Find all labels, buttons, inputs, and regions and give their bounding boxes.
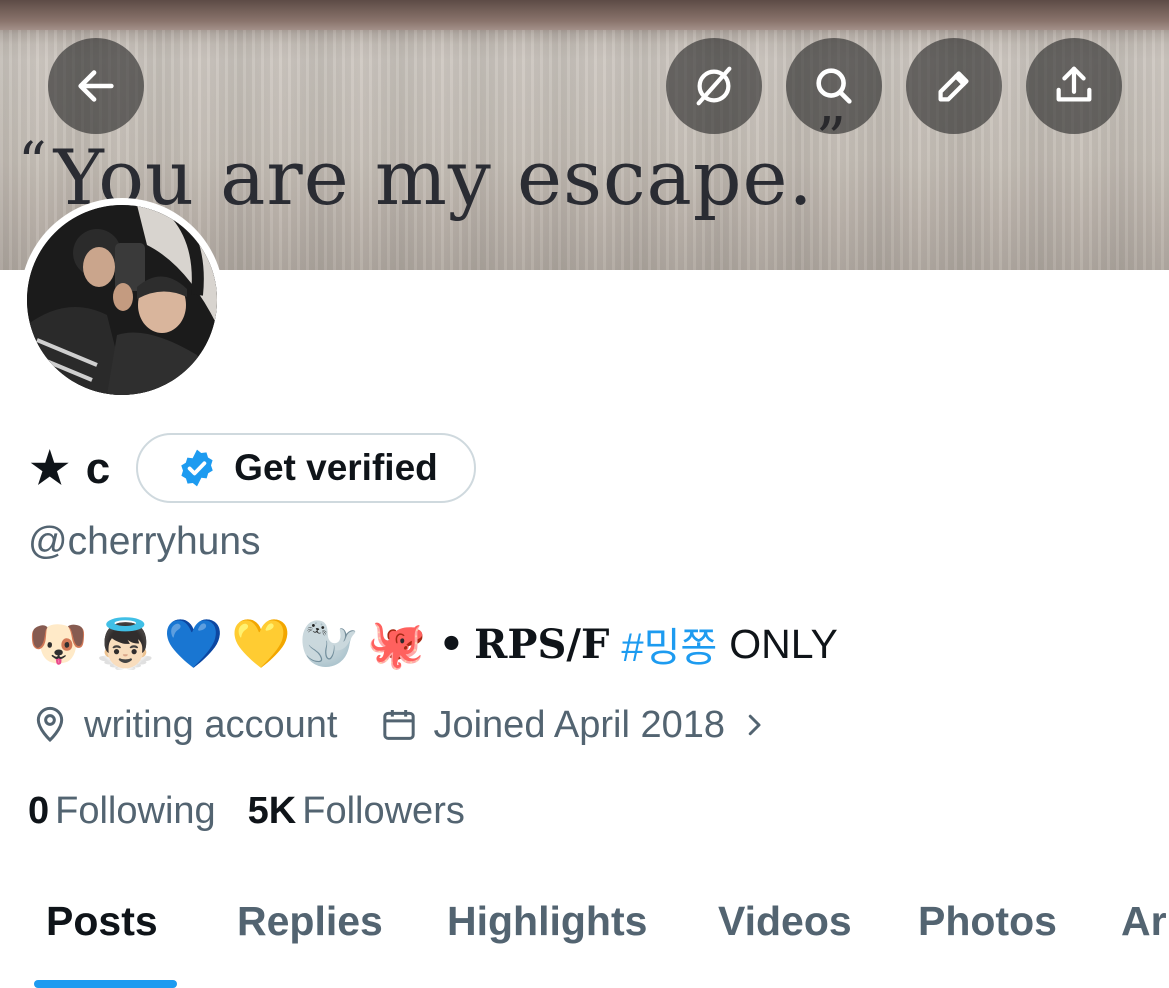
pencil-icon [938, 71, 969, 102]
banner-wall-rim [0, 0, 1169, 30]
avatar-photo [27, 205, 217, 395]
share-icon [1056, 66, 1092, 102]
display-name-star: ★ [30, 443, 72, 493]
search-icon [816, 68, 852, 104]
globe-slash-icon [696, 66, 732, 106]
tab-articles[interactable]: Ar [1121, 898, 1167, 945]
bio-emoji-dog: 🐶 [28, 616, 88, 672]
tab-replies[interactable]: Replies [237, 898, 383, 945]
tab-photos[interactable]: Photos [918, 898, 1057, 945]
bio-emoji-blue-heart: 💙 [163, 616, 224, 672]
profile-joined-date[interactable]: Joined April 2018 [433, 704, 725, 747]
active-tab-indicator [34, 980, 177, 988]
bio-emoji-angel: 👼🏻 [95, 616, 156, 672]
tab-highlights[interactable]: Highlights [447, 898, 647, 945]
back-arrow-icon [78, 70, 114, 102]
profile-bio: 🐶 👼🏻 💙 💛 🦭 🐙 • RPS/F #밍쫑 ONLY [28, 614, 838, 674]
location-pin-icon [36, 706, 64, 743]
edit-button[interactable] [906, 38, 1002, 134]
profile-meta: writing account Joined April 2018 [30, 700, 769, 750]
followers-label: Followers [302, 789, 465, 832]
following-count: 0 [28, 789, 50, 832]
profile-avatar[interactable] [20, 198, 224, 402]
calendar-icon [383, 710, 416, 740]
banner-quote-open: “ [18, 131, 48, 196]
get-verified-button[interactable]: Get verified [136, 433, 476, 503]
profile-location: writing account [84, 703, 338, 746]
bio-emoji-seal: 🦭 [299, 616, 359, 672]
profile-stats: 0 Following 5K Followers [28, 786, 465, 836]
translate-button[interactable] [666, 38, 762, 134]
back-button[interactable] [48, 38, 144, 134]
bio-hashtag-link[interactable]: #밍쫑 [621, 615, 717, 673]
avatar-image [27, 205, 217, 395]
search-button[interactable] [786, 38, 882, 134]
profile-tabs: Posts Replies Highlights Videos Photos A… [0, 880, 1169, 988]
chevron-right-icon[interactable] [739, 710, 769, 740]
followers-link[interactable]: 5K Followers [248, 790, 465, 833]
following-link[interactable]: 0 Following [28, 790, 216, 833]
display-name: ★ c [30, 443, 112, 494]
bio-separator: • [438, 620, 465, 668]
verified-badge-icon [181, 449, 213, 487]
name-row: ★ c Get verified [30, 432, 476, 504]
following-label: Following [55, 789, 216, 832]
tab-posts[interactable]: Posts [46, 898, 158, 945]
followers-count: 5K [247, 789, 297, 832]
tab-videos[interactable]: Videos [718, 898, 852, 945]
bio-emoji-octopus: 🐙 [366, 616, 427, 672]
bio-rps-text: RPS/F [474, 620, 610, 668]
profile-handle: @cherryhuns [28, 520, 261, 563]
bio-emoji-yellow-heart: 💛 [231, 616, 292, 672]
get-verified-label: Get verified [234, 447, 438, 488]
bio-only-text: ONLY [729, 620, 838, 667]
share-button[interactable] [1026, 38, 1122, 134]
display-name-text: c [85, 443, 113, 493]
